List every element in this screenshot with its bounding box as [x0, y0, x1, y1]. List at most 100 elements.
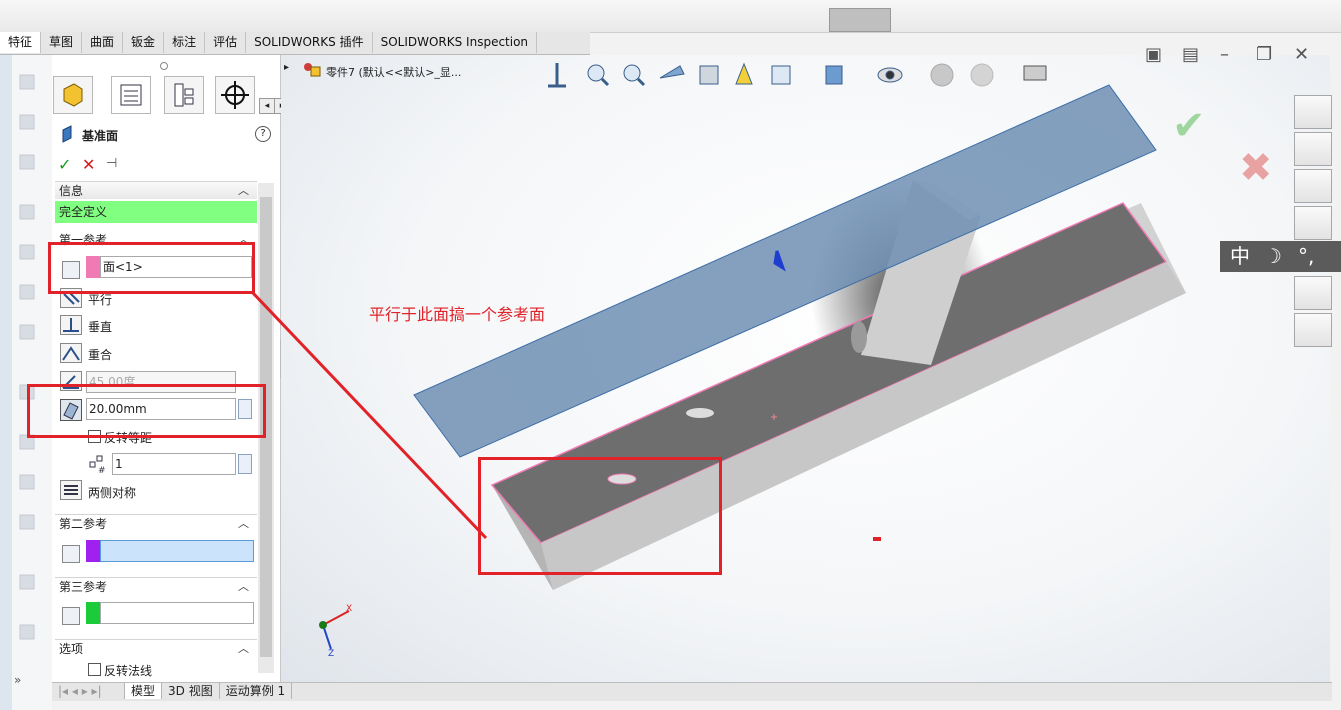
feature-manager-tab[interactable]: [53, 76, 93, 114]
tab-sketch[interactable]: 草图: [41, 32, 83, 53]
annotation-text: 平行于此面搞一个参考面: [369, 305, 546, 324]
display-style-icon[interactable]: [825, 65, 843, 85]
pm-splitter[interactable]: [52, 58, 274, 74]
section-second-ref-header[interactable]: 第二参考 ︿: [55, 514, 257, 532]
collapse-icon[interactable]: ︿: [238, 640, 249, 658]
highlight-target-face: [478, 457, 722, 575]
cancel-icon[interactable]: ✕: [82, 155, 95, 174]
appearance-icon[interactable]: [930, 63, 954, 87]
ribbon-strip: [0, 0, 1341, 33]
view-settings-icon[interactable]: [1023, 65, 1047, 81]
section-info-header[interactable]: 信息 ︿: [55, 181, 257, 199]
help-icon[interactable]: ?: [255, 126, 271, 142]
home-icon[interactable]: [1294, 95, 1332, 129]
feature-tree-icon: [63, 83, 83, 107]
tab-3d-view[interactable]: 3D 视图: [162, 683, 220, 699]
hide-show-icon[interactable]: [877, 67, 903, 83]
coincident-label: 重合: [88, 348, 113, 362]
section-third-ref-header[interactable]: 第三参考 ︿: [55, 577, 257, 595]
tab-inspection[interactable]: SOLIDWORKS Inspection: [373, 32, 538, 53]
graphics-area[interactable]: X Z 平行于此面搞一个参考面 ✔ ✖: [281, 55, 1330, 696]
ime-punctuation[interactable]: °,: [1298, 241, 1314, 272]
view-toolbar: [548, 62, 1047, 88]
part-name[interactable]: 零件7 (默认<<默认>_显...: [326, 64, 461, 80]
crosshair-icon: [221, 81, 249, 109]
tab-scroll-left-icon[interactable]: ◂: [259, 98, 275, 114]
design-library-icon[interactable]: [1294, 132, 1332, 166]
tree-expand-icon[interactable]: ▸: [284, 62, 289, 73]
left-edge: [0, 55, 12, 710]
z-axis-label: Z: [328, 649, 335, 659]
property-list-icon: [120, 84, 142, 106]
flip-normal-checkbox[interactable]: [88, 663, 101, 676]
tab-addins[interactable]: SOLIDWORKS 插件: [246, 32, 373, 53]
tab-evaluate[interactable]: 评估: [205, 32, 247, 53]
ime-mode[interactable]: 中: [1230, 241, 1250, 272]
ime-toolbar: 中 ☽ °,: [1220, 241, 1341, 272]
coincident-icon[interactable]: [60, 343, 82, 363]
dynamic-annotation-icon[interactable]: [735, 62, 753, 85]
tab-markup[interactable]: 标注: [164, 32, 206, 53]
tab-motion-study[interactable]: 运动算例 1: [220, 683, 293, 699]
mid-plane-label: 两侧对称: [88, 486, 137, 500]
splitter-dot-icon: [160, 62, 168, 70]
property-manager-tab[interactable]: [111, 76, 151, 114]
zoom-area-icon[interactable]: [623, 64, 646, 87]
confirm-ok-icon[interactable]: ✔: [1172, 103, 1206, 149]
minimize-icon[interactable]: –: [1220, 44, 1229, 65]
part-icon: [304, 63, 321, 77]
tab-features[interactable]: 特征: [0, 32, 42, 53]
task-pane: [1294, 95, 1334, 347]
close-icon[interactable]: ✕: [1294, 44, 1309, 65]
arrange-icon[interactable]: ▤: [1182, 44, 1199, 65]
file-explorer-icon[interactable]: [1294, 169, 1332, 203]
confirm-cancel-icon[interactable]: ✖: [1239, 145, 1273, 191]
third-ref-input[interactable]: [100, 602, 254, 624]
collapse-icon[interactable]: ︿: [238, 515, 249, 533]
count-spinner[interactable]: [238, 454, 252, 474]
svg-text:#: #: [98, 466, 106, 474]
restore-tile-icon[interactable]: ▣: [1145, 44, 1162, 65]
tab-surfaces[interactable]: 曲面: [82, 32, 124, 53]
view-orientation-icon[interactable]: [771, 65, 791, 85]
model-view[interactable]: [281, 55, 1330, 696]
ribbon-button[interactable]: [829, 8, 891, 32]
highlight-distance: [27, 384, 266, 438]
mid-plane-icon[interactable]: [60, 480, 82, 500]
count-input[interactable]: 1: [112, 453, 236, 475]
plane-icon: [62, 125, 72, 143]
moon-icon[interactable]: ☽: [1264, 241, 1282, 272]
second-ref-input[interactable]: [100, 540, 254, 562]
section-view-icon[interactable]: [699, 65, 719, 85]
config-manager-tab[interactable]: [164, 76, 204, 114]
manager-tabs: ◂ ▸: [52, 76, 290, 116]
expand-chevron-icon[interactable]: »: [14, 673, 21, 687]
section-options-header[interactable]: 选项 ︿: [55, 639, 257, 657]
forum-icon[interactable]: [1294, 313, 1332, 347]
third-ref-color-swatch: [86, 602, 100, 624]
collapse-icon[interactable]: ︿: [238, 578, 249, 596]
x-axis-label: X: [346, 604, 353, 614]
orient-icon[interactable]: [548, 63, 566, 88]
tab-sheet-metal[interactable]: 钣金: [123, 32, 165, 53]
upright-hole: [851, 321, 867, 353]
perpendicular-icon[interactable]: [60, 315, 82, 335]
previous-view-icon[interactable]: [659, 65, 685, 79]
flip-normal-label: 反转法线: [104, 664, 153, 678]
view-palette-icon[interactable]: [1294, 206, 1332, 240]
tab-navigation-arrows[interactable]: |◂ ◂ ▸ ▸|: [52, 683, 125, 699]
instance-count-icon: #: [89, 455, 106, 474]
dimxpert-tab[interactable]: [215, 76, 255, 114]
pin-icon[interactable]: ⊣: [106, 156, 117, 171]
scene-icon[interactable]: [970, 63, 994, 87]
custom-properties-icon[interactable]: [1294, 276, 1332, 310]
bottom-tabs: |◂ ◂ ▸ ▸| 模型 3D 视图 运动算例 1: [52, 682, 1332, 701]
feature-icon-column: »: [12, 55, 52, 710]
collapse-icon[interactable]: ︿: [238, 182, 249, 200]
maximize-icon[interactable]: ❐: [1256, 44, 1272, 65]
dash-mark: [873, 537, 881, 541]
zoom-fit-icon[interactable]: [587, 64, 610, 87]
second-ref-color-swatch: [86, 540, 100, 562]
ok-icon[interactable]: ✓: [58, 155, 71, 174]
tab-model[interactable]: 模型: [125, 683, 163, 699]
